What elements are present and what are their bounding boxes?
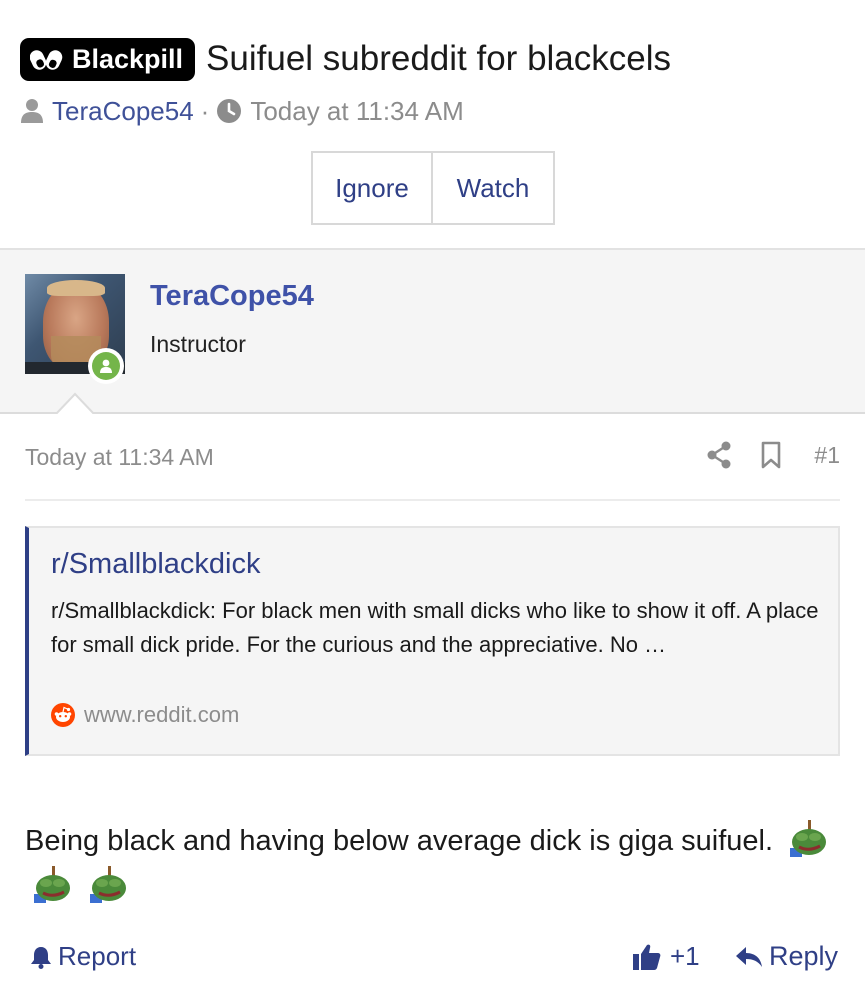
thread-header: Blackpill Suifuel subreddit for blackcel… <box>0 0 865 248</box>
post-body-text: Being black and having below average dic… <box>25 825 774 857</box>
bell-icon <box>31 946 51 969</box>
post-actions: #1 <box>706 441 840 469</box>
thread-title-row: Blackpill Suifuel subreddit for blackcel… <box>20 34 671 84</box>
online-status-badge <box>88 348 124 384</box>
thread-date[interactable]: Today at 11:34 AM <box>250 96 463 127</box>
reply-label: Reply <box>769 941 839 971</box>
online-user-icon <box>92 352 120 380</box>
report-label: Report <box>58 941 137 971</box>
post-body: Being black and having below average dic… <box>25 818 840 910</box>
embed-title[interactable]: r/Smallblackdick <box>51 548 261 581</box>
post-user-title: Instructor <box>150 331 246 357</box>
pill-icon <box>30 50 63 70</box>
like-count: +1 <box>670 941 700 971</box>
embed-source: www.reddit.com <box>51 702 239 728</box>
message-arrow <box>55 392 95 416</box>
pepe-emoji <box>34 866 70 903</box>
thumbs-up-icon <box>633 944 661 970</box>
meta-separator: · <box>200 95 210 126</box>
post-footer: Report +1 Reply <box>0 935 865 985</box>
thread-action-buttons: Ignore Watch <box>311 151 555 225</box>
embed-description: r/Smallblackdick: For black men with sma… <box>51 598 819 657</box>
ignore-button[interactable]: Ignore <box>311 151 433 225</box>
pepe-emoji <box>90 866 127 903</box>
watch-button[interactable]: Watch <box>433 151 555 225</box>
thread-author-link[interactable]: TeraCope54 <box>52 96 194 127</box>
thread-prefix-label: Blackpill <box>72 43 184 74</box>
link-embed[interactable]: r/Smallblackdick r/Smallblackdick: For b… <box>25 526 840 756</box>
post-user-bar: TeraCope54 Instructor <box>0 248 865 414</box>
post-date[interactable]: Today at 11:34 AM <box>25 444 214 471</box>
avatar-hair <box>47 280 105 296</box>
post-meta: Today at 11:34 AM #1 <box>25 433 840 501</box>
post-username[interactable]: TeraCope54 <box>150 280 314 313</box>
reply-icon <box>736 946 762 967</box>
reddit-icon <box>51 703 75 727</box>
report-button[interactable]: Report <box>30 941 136 972</box>
embed-source-url: www.reddit.com <box>84 702 240 727</box>
clock-icon <box>217 99 242 123</box>
like-button[interactable]: +1 <box>632 941 700 972</box>
bookmark-icon[interactable] <box>760 441 782 469</box>
thread-meta: TeraCope54 · Today at 11:34 AM <box>20 93 464 129</box>
post-number-link[interactable]: #1 <box>814 442 840 469</box>
thread-prefix-badge[interactable]: Blackpill <box>20 37 196 81</box>
user-icon <box>21 99 43 123</box>
thread-title: Suifuel subreddit for blackcels <box>206 39 672 78</box>
pepe-emoji <box>790 820 827 857</box>
reply-button[interactable]: Reply <box>735 941 838 972</box>
share-icon[interactable] <box>706 441 732 469</box>
